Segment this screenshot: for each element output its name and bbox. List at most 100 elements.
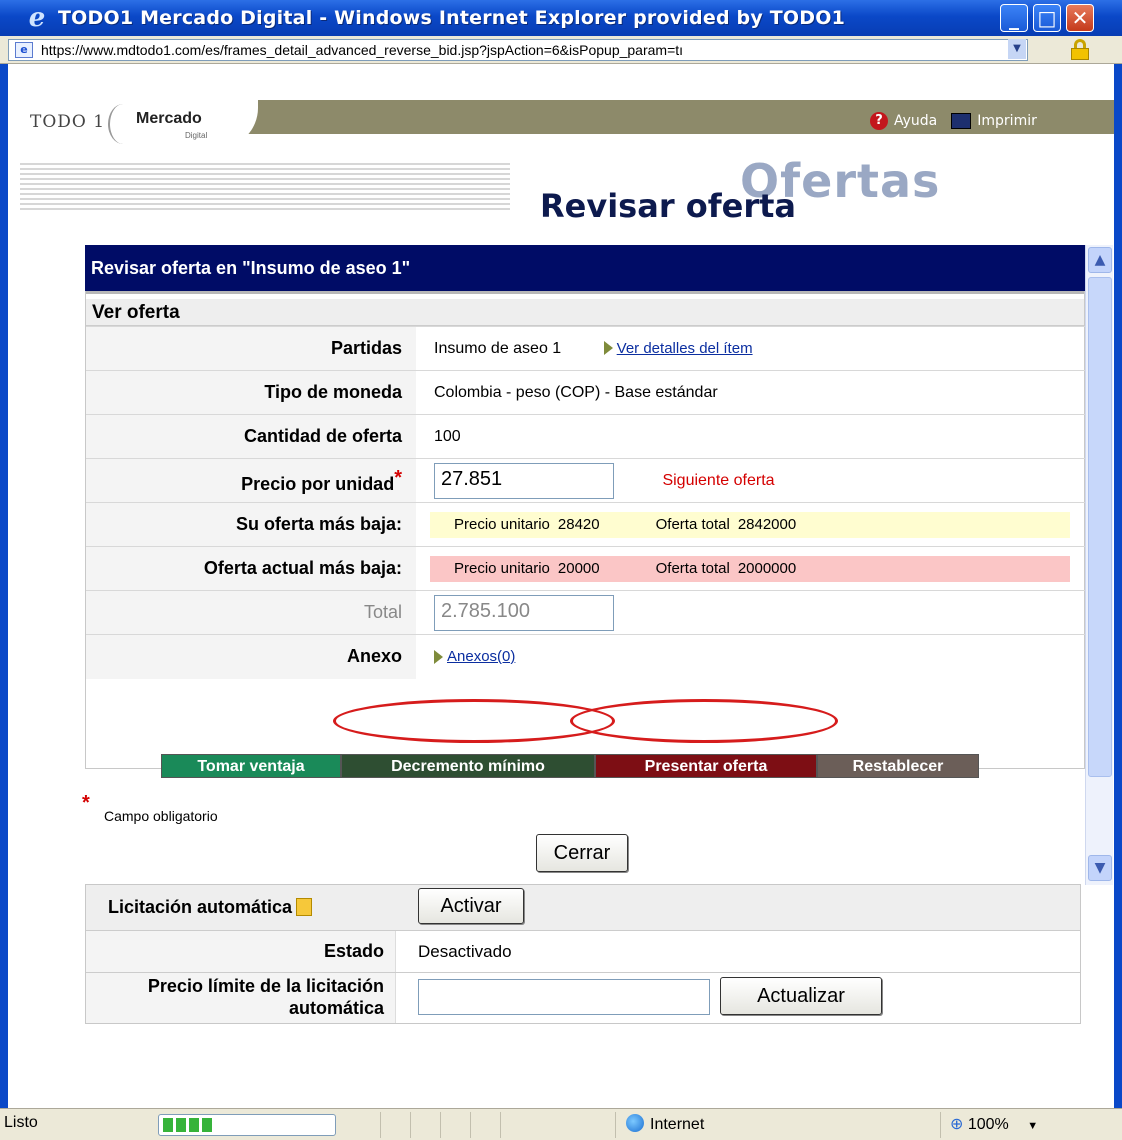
progress-fill (163, 1118, 214, 1132)
help-print-links: ? Ayuda Imprimir (870, 112, 1037, 130)
actual-pu-label: Precio unitario (454, 560, 550, 577)
moneda-label: Tipo de moneda (86, 370, 416, 415)
row-precio: Precio por unidad* 27.851 Siguiente ofer… (86, 458, 1086, 503)
limit-label: Precio límite de la licitación automátic… (147, 976, 384, 1018)
internet-globe-icon (626, 1114, 644, 1132)
progress-bar (158, 1114, 336, 1136)
required-note-text: Campo obligatorio (104, 808, 218, 824)
su-total-label: Oferta total (655, 516, 730, 533)
total-label: Total (86, 590, 416, 635)
auto-bid-title: Licitación automática (108, 897, 293, 917)
actual-total-value: 2000000 (737, 560, 797, 577)
section-title: Ver oferta (86, 299, 1084, 326)
auto-bid-header: Licitación automática Activar (86, 885, 1080, 931)
status-text: Listo (4, 1114, 38, 1131)
window-left-border (0, 64, 8, 1108)
auto-bid-section: Licitación automática Activar Estado Des… (85, 884, 1081, 1024)
next-offer-text: Siguiente oferta (662, 471, 775, 489)
print-icon[interactable] (951, 113, 972, 129)
estado-label: Estado (323, 941, 384, 961)
actual-pu-value: 20000 (557, 560, 600, 577)
page-icon: e (15, 42, 33, 58)
row-moneda: Tipo de moneda Colombia - peso (COP) - B… (86, 370, 1086, 415)
actual-total-label: Oferta total (655, 560, 730, 577)
unit-price-input[interactable]: 27.851 (434, 462, 614, 499)
url-dropdown-icon[interactable]: ▼ (1008, 39, 1026, 59)
auto-bid-status-row: Estado Desactivado (86, 931, 1080, 973)
su-pu-value: 28420 (557, 516, 600, 533)
window-title-bar: e TODO1 Mercado Digital - Windows Intern… (0, 0, 1122, 36)
row-anexo: Anexo Anexos(0) (86, 634, 1086, 679)
su-pu-label: Precio unitario (454, 516, 550, 533)
your-lowest-offer-bar: Precio unitario 28420 Oferta total 28420… (430, 511, 1070, 538)
close-button[interactable]: Cerrar (536, 834, 628, 872)
arrow-icon (603, 341, 613, 356)
submit-offer-button[interactable]: Presentar oferta (595, 754, 817, 778)
cantidad-label: Cantidad de oferta (86, 414, 416, 459)
zoom-label: 100% (967, 1116, 1009, 1133)
review-offer-panel: Revisar oferta en "Insumo de aseo 1" Ver… (85, 245, 1086, 778)
help-link[interactable]: Ayuda (894, 113, 937, 129)
page-title: Revisar oferta (540, 187, 797, 225)
required-asterisk: * (82, 792, 90, 814)
attachments-link[interactable]: Anexos(0) (447, 648, 515, 665)
url-text: https://www.mdtodo1.com/es/frames_detail… (41, 42, 684, 58)
item-details-link[interactable]: Ver detalles del ítem (617, 340, 753, 357)
address-bar: e https://www.mdtodo1.com/es/frames_deta… (0, 36, 1122, 64)
minimum-decrement-button[interactable]: Decremento mínimo (341, 754, 595, 778)
total-field: 2.785.100 (434, 594, 614, 631)
scroll-down-icon[interactable]: ▼ (1088, 855, 1112, 881)
precio-label: Precio por unidad (241, 473, 395, 494)
zoom-dropdown-icon[interactable]: ▼ (1027, 1120, 1038, 1132)
row-oferta-actual: Oferta actual más baja: Precio unitario … (86, 546, 1086, 591)
actual-label: Oferta actual más baja: (86, 546, 416, 591)
zoom-icon: ⊕ (950, 1116, 964, 1133)
security-zone: Internet (626, 1114, 704, 1134)
maximize-icon: □ (1037, 6, 1057, 30)
minimize-icon: _ (1009, 6, 1019, 30)
update-button[interactable]: Actualizar (720, 977, 882, 1015)
scroll-thumb[interactable] (1088, 277, 1112, 777)
row-total: Total 2.785.100 (86, 590, 1086, 635)
help-icon[interactable]: ? (870, 112, 888, 130)
auto-bid-limit-row: Precio límite de la licitación automátic… (86, 973, 1080, 1023)
print-link[interactable]: Imprimir (977, 113, 1037, 129)
logo-arc (108, 104, 138, 144)
limit-price-input[interactable] (418, 979, 710, 1015)
su-oferta-label: Su oferta más baja: (86, 502, 416, 547)
estado-value: Desactivado (418, 942, 512, 961)
security-lock-icon[interactable] (1070, 39, 1090, 61)
ie-logo-icon: e (28, 3, 46, 33)
zone-label: Internet (650, 1116, 705, 1133)
moneda-value: Colombia - peso (COP) - Base estándar (416, 370, 1086, 415)
partidas-label: Partidas (86, 326, 416, 371)
status-bar: Listo Internet ⊕ 100% ▼ (0, 1108, 1122, 1140)
reset-button[interactable]: Restablecer (817, 754, 979, 778)
url-field[interactable]: e https://www.mdtodo1.com/es/frames_deta… (8, 39, 1028, 61)
offer-form: Partidas Insumo de aseo 1 Ver detalles d… (86, 326, 1086, 679)
close-window-button[interactable]: ✕ (1066, 4, 1094, 32)
take-advantage-button[interactable]: Tomar ventaja (161, 754, 341, 778)
panel-body: Ver oferta Partidas Insumo de aseo 1 Ver… (85, 291, 1086, 778)
vertical-scrollbar[interactable]: ▲ ▼ (1085, 245, 1113, 885)
scroll-up-icon[interactable]: ▲ (1088, 247, 1112, 273)
window-title: TODO1 Mercado Digital - Windows Internet… (58, 7, 846, 29)
arrow-icon (434, 649, 443, 664)
anexo-label: Anexo (86, 634, 416, 679)
window-right-border (1114, 64, 1122, 1108)
row-su-oferta: Su oferta más baja: Precio unitario 2842… (86, 502, 1086, 547)
logo-mercado: Mercado (136, 110, 202, 127)
close-icon: ✕ (1071, 6, 1089, 30)
panel-separator (86, 291, 1084, 299)
maximize-button[interactable]: □ (1033, 4, 1061, 32)
row-partidas: Partidas Insumo de aseo 1 Ver detalles d… (86, 326, 1086, 371)
current-lowest-offer-bar: Precio unitario 20000 Oferta total 20000… (430, 555, 1070, 582)
logo-digital: Digital (185, 131, 208, 140)
required-asterisk: * (394, 466, 402, 489)
note-icon[interactable] (296, 898, 313, 916)
activate-button[interactable]: Activar (418, 888, 524, 924)
partidas-value: Insumo de aseo 1 (434, 339, 562, 357)
minimize-button[interactable]: _ (1000, 4, 1028, 32)
decorative-stripes (20, 160, 510, 210)
zoom-control[interactable]: ⊕ 100% ▼ (950, 1114, 1038, 1134)
